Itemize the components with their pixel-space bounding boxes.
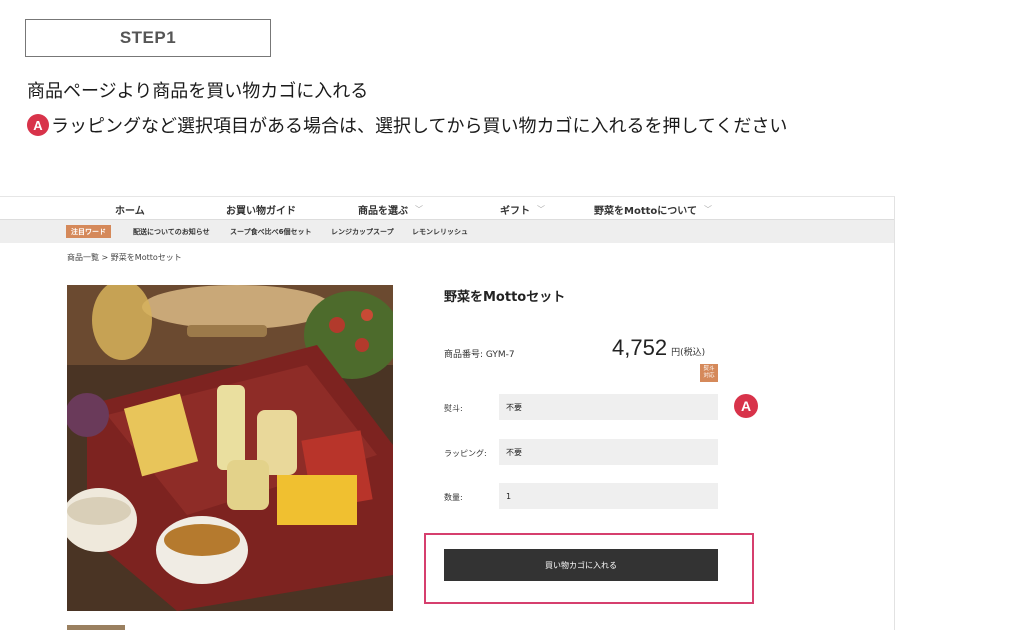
- price-amount: 4,752: [612, 335, 668, 360]
- instruction-line-2: A ラッピングなど選択項目がある場合は、選択してから買い物カゴに入れるを押してく…: [27, 112, 787, 138]
- nav-select-label: 商品を選ぶ: [358, 206, 408, 217]
- product-thumbnail[interactable]: [67, 625, 125, 630]
- chevron-down-icon: ﹀: [703, 205, 712, 214]
- chevron-down-icon: ﹀: [537, 205, 545, 214]
- breadcrumb[interactable]: 商品一覧 > 野菜をMottoセット: [67, 252, 182, 263]
- nav-home[interactable]: ホーム: [115, 202, 145, 217]
- product-illustration: [67, 285, 393, 611]
- nav-gift[interactable]: ギフト ﹀: [500, 202, 545, 217]
- nav-gift-label: ギフト: [500, 206, 530, 217]
- noshi-supported-badge: 熨斗 対応: [700, 364, 718, 382]
- nav-about[interactable]: 野菜をMottoについて ﹀: [594, 202, 712, 217]
- featured-keywords-tag: 注目ワード: [66, 225, 111, 238]
- marker-a-badge: A: [734, 394, 758, 418]
- chevron-down-icon: ﹀: [415, 205, 423, 214]
- nav-guide[interactable]: お買い物ガイド: [226, 202, 296, 217]
- nav-home-label: ホーム: [115, 206, 145, 217]
- nav-select-products[interactable]: 商品を選ぶ ﹀: [358, 202, 423, 217]
- quantity-input[interactable]: 1: [499, 483, 718, 509]
- keyword-link[interactable]: レモンレリッシュ: [412, 227, 468, 237]
- nav-about-label: 野菜をMottoについて: [594, 206, 697, 217]
- product-image: [67, 285, 393, 611]
- wrapping-label: ラッピング:: [444, 449, 487, 458]
- keyword-link[interactable]: 配送についてのお知らせ: [133, 227, 210, 237]
- featured-keywords-bar: 注目ワード 配送についてのお知らせ スープ食べ比べ6個セット レンジカップスープ…: [0, 220, 894, 243]
- marker-a-badge: A: [27, 114, 49, 136]
- add-to-cart-button[interactable]: 買い物カゴに入れる: [444, 549, 718, 581]
- quantity-label: 数量:: [444, 493, 463, 502]
- instruction-text-1: 商品ページより商品を買い物カゴに入れる: [27, 81, 369, 102]
- step-label: STEP1: [25, 19, 271, 57]
- noshi-select[interactable]: 不要: [499, 394, 718, 420]
- product-code: 商品番号: GYM-7: [444, 350, 515, 360]
- product-price: 4,752 円(税込): [612, 335, 705, 361]
- wrapping-select[interactable]: 不要: [499, 439, 718, 465]
- noshi-label: 熨斗:: [444, 404, 463, 413]
- product-title: 野菜をMottoセット: [444, 290, 566, 305]
- global-nav: ホーム お買い物ガイド 商品を選ぶ ﹀ ギフト ﹀ 野菜をMottoについて ﹀: [0, 197, 894, 220]
- product-page-screenshot: ホーム お買い物ガイド 商品を選ぶ ﹀ ギフト ﹀ 野菜をMottoについて ﹀…: [0, 196, 895, 630]
- nav-guide-label: お買い物ガイド: [226, 206, 296, 217]
- price-unit: 円(税込): [671, 348, 706, 358]
- keyword-link[interactable]: レンジカップスープ: [331, 227, 394, 237]
- instruction-text-2: ラッピングなど選択項目がある場合は、選択してから買い物カゴに入れるを押してくださ…: [51, 116, 788, 137]
- instruction-line-1: 商品ページより商品を買い物カゴに入れる: [27, 77, 368, 103]
- keyword-link[interactable]: スープ食べ比べ6個セット: [230, 227, 311, 237]
- noshi-badge-line-2: 対応: [703, 373, 715, 379]
- noshi-badge-line-1: 熨斗: [703, 366, 715, 372]
